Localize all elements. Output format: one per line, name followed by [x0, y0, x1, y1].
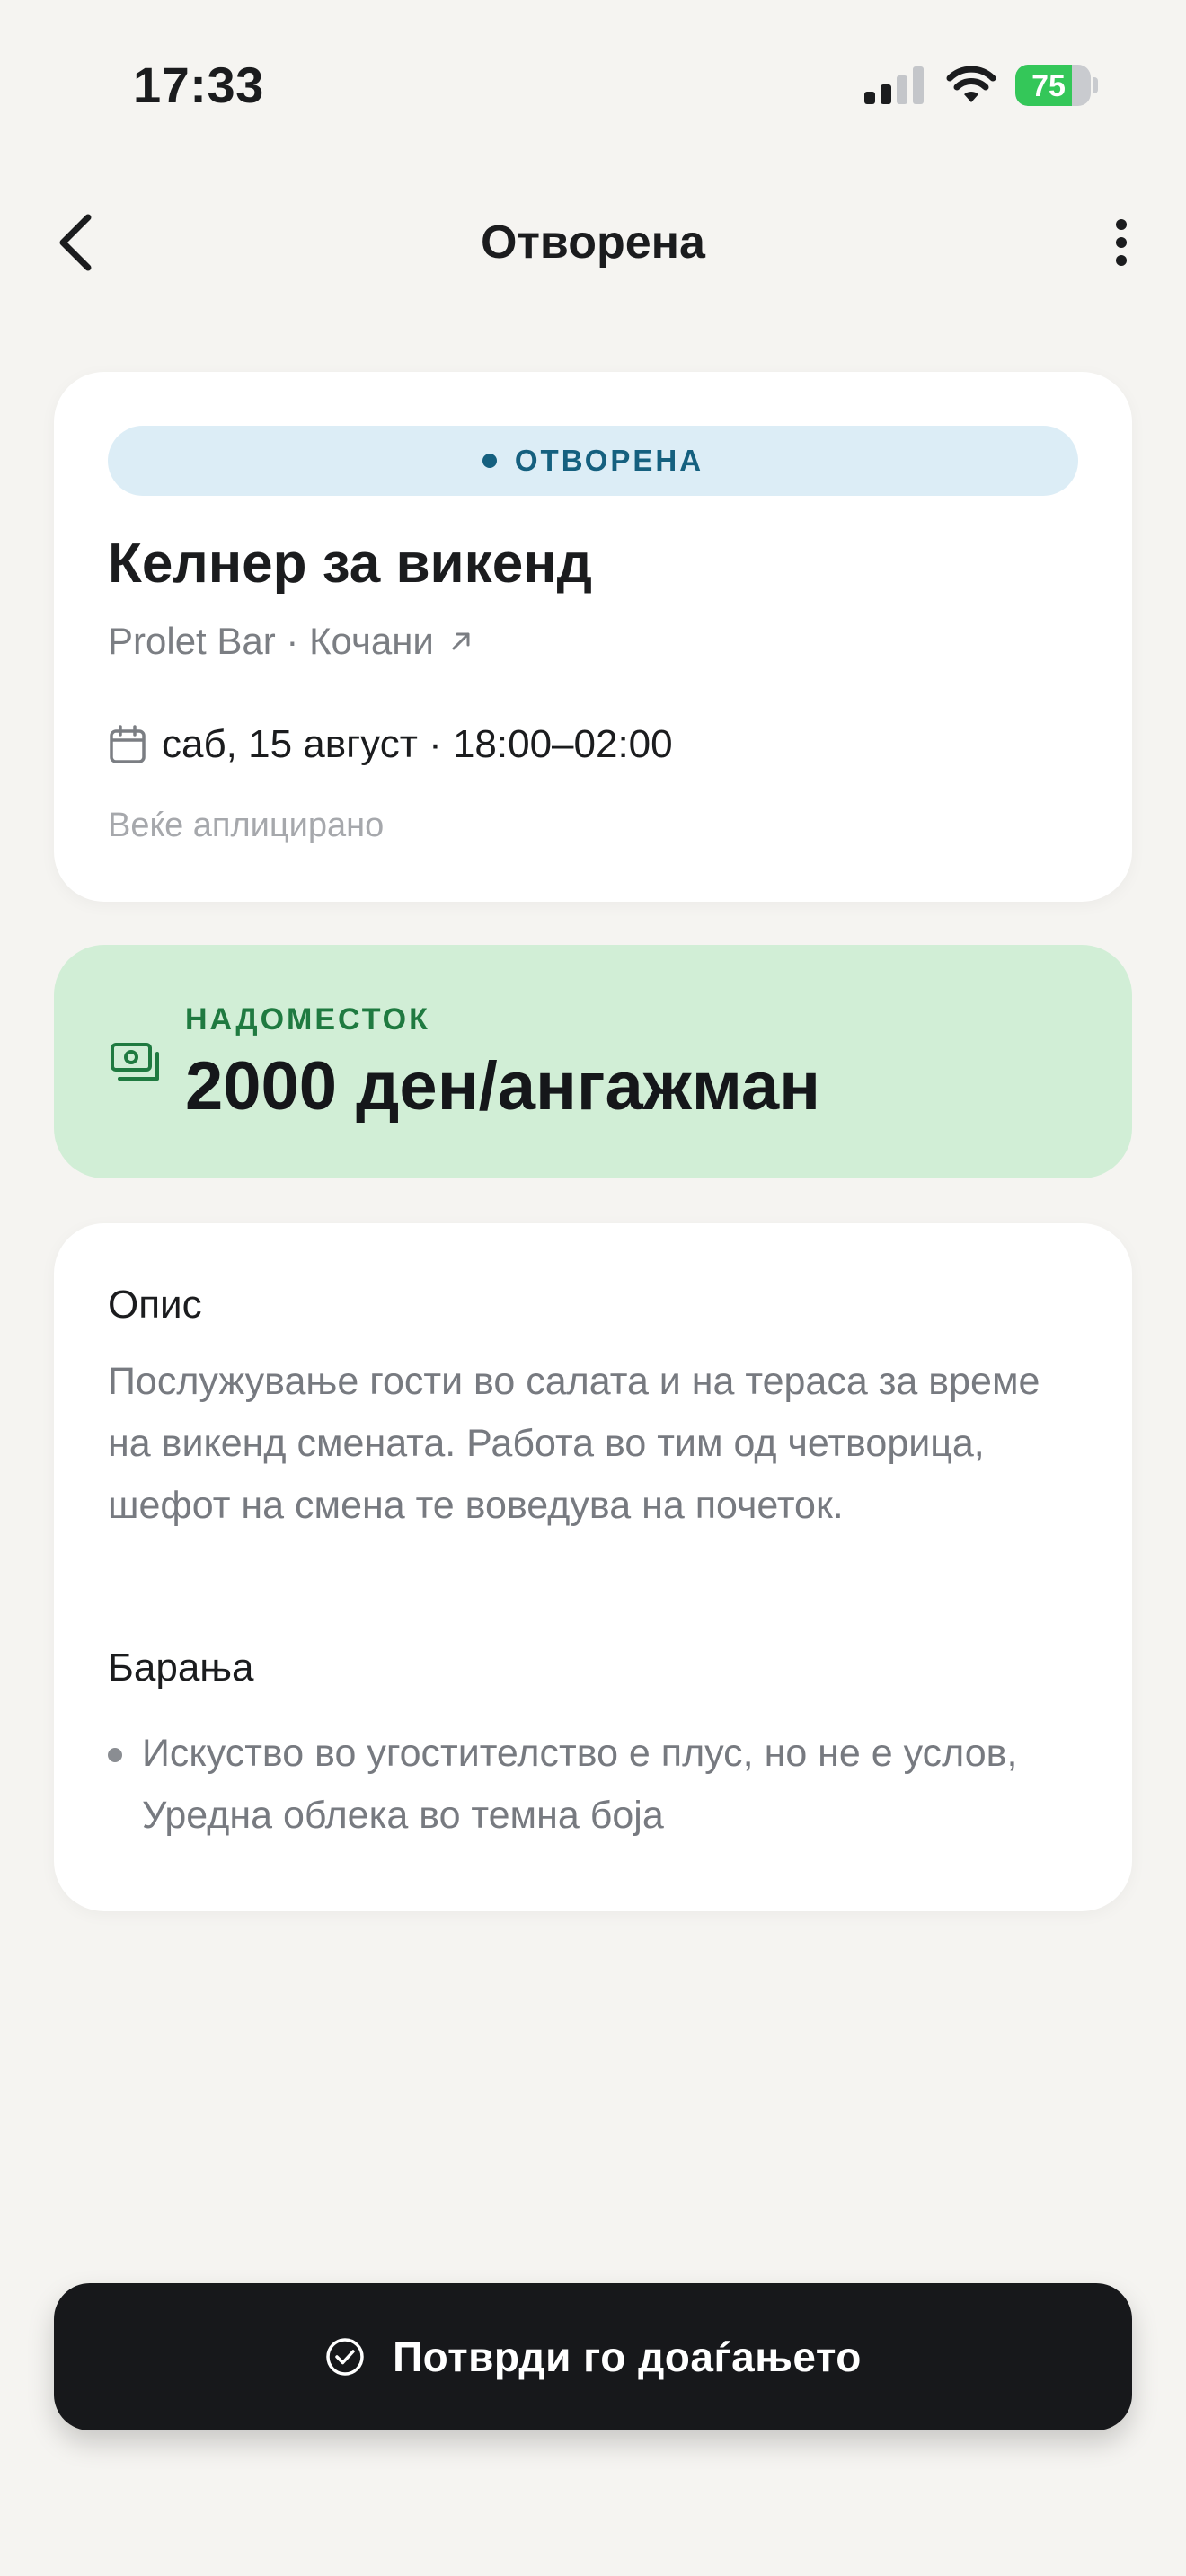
applied-note: Веќе аплицирано [108, 807, 385, 844]
money-icon [111, 1043, 159, 1081]
requirement-text: Искуство во угостителство е плус, но не … [142, 1732, 1018, 1837]
battery-indicator: 75 [1015, 65, 1100, 106]
list-item: Искуство во угостителство е плус, но не … [108, 1723, 1087, 1847]
status-time: 17:33 [133, 57, 264, 113]
confirm-button-label: Потврди го доаѓањето [393, 2333, 862, 2380]
date-time-label: саб, 15 август · 18:00–02:00 [162, 722, 673, 766]
calendar-icon [110, 725, 146, 763]
job-title: Келнер за викенд [108, 533, 592, 595]
arrow-up-right-icon [452, 632, 470, 650]
bullet-icon [108, 1748, 122, 1762]
more-vertical-icon[interactable] [1103, 216, 1139, 269]
status-dot-icon [482, 454, 497, 468]
description-title: Опис [108, 1283, 202, 1327]
compensation-card: НАДОМЕСТОК 2000 ден/ангажман [54, 945, 1132, 1178]
date-time-row: саб, 15 август · 18:00–02:00 [108, 722, 673, 767]
description-text: Послужување гости во салата и на тераса … [108, 1360, 1040, 1527]
requirements-title: Барања [108, 1645, 254, 1689]
venue-link[interactable]: Prolet Bar · Кочани [108, 620, 474, 663]
status-badge: ОТВОРЕНА [108, 426, 1078, 496]
page-title: Отворена [481, 216, 705, 269]
details-card: Опис Послужување гости во салата и на те… [54, 1223, 1132, 1911]
confirm-attendance-button[interactable]: Потврди го доаѓањето [54, 2283, 1132, 2430]
status-badge-label: ОТВОРЕНА [514, 444, 704, 477]
check-circle-icon [326, 2338, 364, 2376]
cellular-signal-icon [864, 66, 924, 104]
wifi-icon [946, 66, 996, 102]
compensation-label: НАДОМЕСТОК [185, 1002, 430, 1037]
job-summary-card: ОТВОРЕНА Келнер за викенд Prolet Bar · К… [54, 372, 1132, 902]
compensation-amount: 2000 ден/ангажман [185, 1048, 821, 1125]
venue-label: Prolet Bar · Кочани [108, 620, 434, 662]
battery-level: 75 [1031, 69, 1066, 103]
